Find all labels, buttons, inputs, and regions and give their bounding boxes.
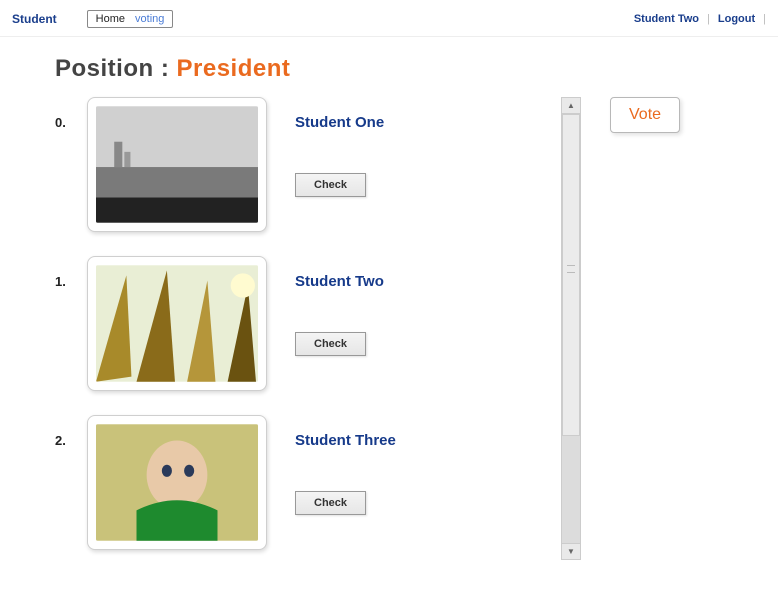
topbar-right: Student Two | Logout | [634,13,766,25]
vote-area: Vote [610,97,680,133]
candidate-image [87,415,267,550]
candidate-index: 2. [55,415,87,448]
logout-link[interactable]: Logout [718,13,755,25]
content: 0. Student One Check 1. [0,97,778,550]
title-label: Position : [55,55,177,82]
candidate-name: Student Three [295,431,396,451]
candidates-list: 0. Student One Check 1. [55,97,555,550]
divider: | [763,13,766,25]
photo-placeholder [96,424,258,541]
check-button[interactable]: Check [295,491,366,515]
brand-link[interactable]: Student [12,12,57,26]
candidate-index: 0. [55,97,87,130]
candidate-info: Student Three Check [267,415,396,515]
photo-placeholder [96,106,258,223]
candidate-info: Student Two Check [267,256,384,356]
scroll-track[interactable] [562,114,580,543]
user-link[interactable]: Student Two [634,13,699,25]
candidate-row: 2. Student Three Check [55,415,555,550]
candidate-row: 1. Student Two Check [55,256,555,391]
title-value: President [177,55,291,82]
breadcrumb-home[interactable]: Home [96,13,125,25]
topbar-left: Student Home voting [12,10,173,28]
check-button[interactable]: Check [295,332,366,356]
scroll-grip-icon [567,265,575,273]
divider: | [707,13,710,25]
scroll-thumb[interactable] [562,114,580,436]
topbar: Student Home voting Student Two | Logout… [0,0,778,37]
candidate-image [87,256,267,391]
photo-placeholder [96,265,258,382]
candidate-image [87,97,267,232]
candidate-name: Student Two [295,272,384,292]
breadcrumb-current[interactable]: voting [135,13,164,25]
candidate-row: 0. Student One Check [55,97,555,232]
scrollbar[interactable]: ▲ ▼ [561,97,581,560]
vote-button[interactable]: Vote [610,97,680,133]
page-title: Position : President [0,37,778,97]
candidate-name: Student One [295,113,384,133]
scroll-down-icon[interactable]: ▼ [562,543,580,559]
scroll-up-icon[interactable]: ▲ [562,98,580,114]
breadcrumb: Home voting [87,10,174,28]
check-button[interactable]: Check [295,173,366,197]
candidate-info: Student One Check [267,97,384,197]
candidate-index: 1. [55,256,87,289]
